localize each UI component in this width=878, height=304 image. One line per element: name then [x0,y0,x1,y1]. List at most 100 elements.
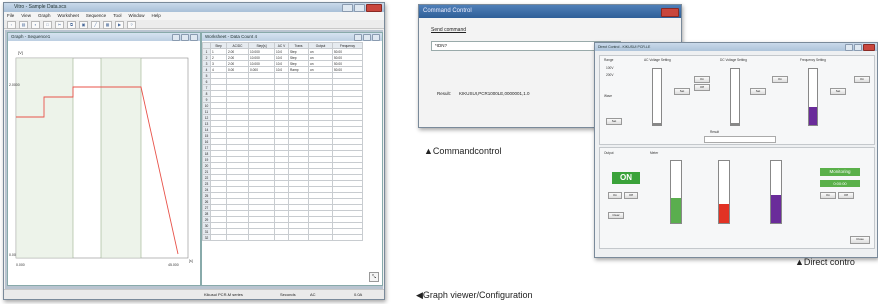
help-icon[interactable]: ? [127,21,136,29]
status-coupling: AC [310,292,316,297]
monitoring-status: Monitoring [820,168,860,176]
table-cell[interactable] [332,234,363,241]
send-command-label: Send command [431,27,467,33]
ac-section-label: AC Voltage Setting [644,58,671,62]
clear-button[interactable]: Clear [608,212,624,219]
sequence-graph[interactable]: [V] 2.0000 0.00 0.000 45.000 [s] [8,42,198,284]
table-cell[interactable] [210,234,227,241]
range-option-100[interactable]: 100V [606,66,613,70]
open-folder-icon[interactable]: ▤ [19,21,28,29]
x-unit-label: [s] [189,259,193,263]
menu-view[interactable]: View [21,12,31,20]
menu-bar: File View Graph Worksheet Sequence Tool … [4,12,384,20]
main-window-title: Vitro - Sample Data.xcs [14,4,67,10]
output-off-button[interactable]: Off [624,192,638,199]
ac-on-button[interactable]: On [694,76,710,83]
sheet-close-button[interactable] [372,34,380,41]
triangle-up-icon: ▲ [795,257,804,267]
x-right-label: 45.000 [168,263,179,267]
direct-control-window: Direct Control - KIKUSUI PCR-LE Range 10… [594,42,878,258]
table-cell[interactable] [226,234,249,241]
meter-power-gauge [770,160,782,224]
menu-window[interactable]: Window [128,12,144,20]
y-top-label: 2.0000 [9,83,20,87]
frequency-gauge [808,68,818,126]
range-set-button[interactable]: Set [606,118,622,125]
graph-min-button[interactable] [172,34,180,41]
caption-command-text: Commandcontrol [432,146,502,156]
menu-graph[interactable]: Graph [38,12,51,20]
caption-commandcontrol: ▲Commandcontrol [424,146,501,157]
menu-tool[interactable]: Tool [113,12,121,20]
range-label: Range [604,58,614,62]
worksheet-table[interactable]: Step AC/DC Step[s] AC V Trans Output Fre… [202,42,363,241]
monitor-on-button[interactable]: On [820,192,836,199]
command-title-bar: Command Control [419,5,681,18]
y-bottom-label: 0.00 [9,253,16,257]
resize-grip-icon[interactable]: ⤡ [369,272,379,282]
table-cell[interactable] [248,234,275,241]
table-cell[interactable] [308,234,333,241]
main-application-window: Vitro - Sample Data.xcs File View Graph … [3,2,385,300]
x-left-label: 0.000 [16,263,25,267]
direct-title-bar: Direct Control - KIKUSUI PCR-LE [595,43,877,51]
monitor-off-button[interactable]: Off [838,192,854,199]
direct-title: Direct Control - KIKUSUI PCR-LE [598,45,651,49]
result-label: Result: [437,91,452,96]
cut-icon[interactable]: ✂ [55,21,64,29]
output-label: Output [604,151,614,155]
command-close-button[interactable] [661,8,679,17]
close-button[interactable] [366,4,382,12]
graph-icon[interactable]: ╱ [91,21,100,29]
menu-file[interactable]: File [7,12,14,20]
table-icon[interactable]: ▦ [103,21,112,29]
dc-set-button[interactable]: Set [750,88,766,95]
new-file-icon[interactable]: ▫ [7,21,16,29]
output-on-button[interactable]: On [608,192,622,199]
paste-icon[interactable]: ▣ [79,21,88,29]
menu-help[interactable]: Help [151,12,160,20]
ac-off-button[interactable]: Off [694,84,710,91]
direct-close-button[interactable] [863,44,875,51]
window-icon[interactable]: □ [43,21,52,29]
minimize-button[interactable] [342,4,353,12]
direct-max-button[interactable] [854,44,862,51]
send-command-input[interactable]: *IDN? [431,41,621,51]
range-option-200[interactable]: 200V [606,73,613,77]
main-title-bar: Vitro - Sample Data.xcs [4,3,384,12]
run-icon[interactable]: ▶ [115,21,124,29]
toolbar: ▫ ▤ ▪ □ ✂ ⧉ ▣ ╱ ▦ ▶ ? [4,20,384,29]
table-cell[interactable] [288,234,309,241]
ac-voltage-gauge [652,68,662,126]
menu-sequence[interactable]: Sequence [86,12,106,20]
freq-on-button[interactable]: On [854,76,870,83]
maximize-button[interactable] [354,4,365,12]
freq-section-label: Frequency Setting [800,58,826,62]
caption-direct-text: Direct contro [803,257,855,267]
status-bar: Kikusui PCR-M series Seconds AC 0.0A [4,289,384,299]
worksheet-window: Worksheet - Data Count 4 Step AC/DC Step… [201,32,383,286]
direct-min-button[interactable] [845,44,853,51]
save-icon[interactable]: ▪ [31,21,40,29]
graph-close-button[interactable] [190,34,198,41]
graph-max-button[interactable] [181,34,189,41]
result-display [704,136,776,143]
worksheet-title-bar: Worksheet - Data Count 4 [202,33,382,41]
triangle-left-icon: ◀ [416,290,423,300]
result-value: KIKUSUI,PCR1000LE,0000001,1.0 [459,91,530,96]
menu-worksheet[interactable]: Worksheet [57,12,78,20]
copy-icon[interactable]: ⧉ [67,21,76,29]
sheet-max-button[interactable] [363,34,371,41]
status-model: Kikusui PCR-M series [204,292,243,297]
output-panel: Output ON On Off Clear Meter Monitoring … [599,147,875,249]
dc-on-button[interactable]: On [772,76,788,83]
sheet-min-button[interactable] [354,34,362,41]
caption-graph-text: Graph viewer/Configuration [422,290,533,300]
table-cell[interactable] [274,234,289,241]
result-heading: Result [710,130,720,134]
direct-close-action-button[interactable]: Close [850,236,870,244]
ac-set-button[interactable]: Set [674,88,690,95]
table-row[interactable]: 32 [202,234,363,241]
output-on-indicator: ON [612,172,640,184]
freq-set-button[interactable]: Set [830,88,846,95]
